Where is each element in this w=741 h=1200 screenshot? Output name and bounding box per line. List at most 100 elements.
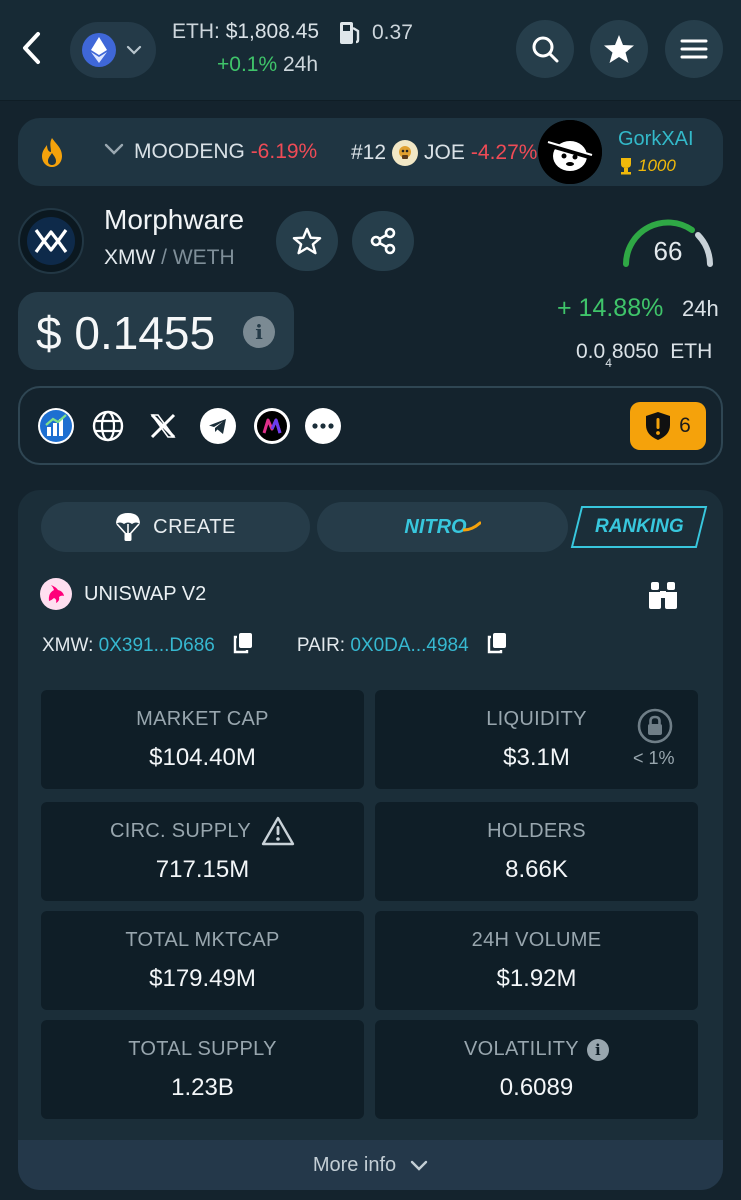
stat-label: HOLDERS: [487, 820, 586, 842]
stat-label: VOLATILITY: [464, 1038, 579, 1060]
stat-label: MARKET CAP: [136, 708, 269, 730]
m-link[interactable]: [254, 408, 290, 444]
chart-link[interactable]: [38, 408, 74, 444]
chevron-down-icon: [104, 143, 124, 155]
ticker-item-joe[interactable]: #12 JOE -4.27%: [351, 140, 537, 166]
score-value: 66: [653, 236, 683, 266]
ticker-item-change: -6.19%: [250, 140, 318, 163]
eth-label: ETH:: [172, 20, 220, 43]
stat-value: 717.15M: [155, 856, 250, 883]
token-pair: XMW / WETH: [104, 246, 235, 270]
stat-total-mktcap: TOTAL MKTCAP $179.49M: [41, 911, 364, 1010]
share-icon: [370, 227, 396, 255]
promo-score-value: 1000: [638, 156, 676, 175]
gas-price: 0.37: [338, 20, 413, 46]
shield-alert-icon: [646, 412, 671, 440]
eth-price: ETH: $1,808.45: [172, 20, 319, 44]
share-button[interactable]: [352, 211, 414, 271]
more-icon: [312, 423, 334, 429]
tab-nitro[interactable]: NITRO: [317, 502, 568, 552]
menu-button[interactable]: [665, 20, 723, 78]
stat-24h-volume: 24H VOLUME $1.92M: [375, 911, 698, 1010]
info-icon[interactable]: i: [586, 1038, 609, 1061]
pair-address[interactable]: 0X0DA...4984: [350, 635, 468, 657]
audit-badge[interactable]: 6: [630, 402, 706, 450]
chain-selector[interactable]: [70, 22, 156, 78]
search-button[interactable]: [516, 20, 574, 78]
stat-value: $1.92M: [496, 965, 577, 992]
trending-ticker[interactable]: MOODENG -6.19% #12 JOE -4.27% GorkXAI 10…: [18, 118, 723, 186]
stat-liquidity[interactable]: LIQUIDITY $3.1M < 1%: [375, 690, 698, 789]
stat-value: 8.66K: [505, 856, 568, 883]
tab-nitro-label: NITRO: [404, 515, 467, 538]
copy-icon: [233, 633, 252, 654]
audit-count: 6: [679, 414, 691, 437]
token-logo: [18, 208, 84, 274]
eth-change-period: 24h: [282, 53, 319, 76]
promo-token[interactable]: GorkXAI 1000: [538, 118, 723, 186]
social-links-bar: 6: [18, 386, 723, 465]
lock-icon: [637, 708, 673, 744]
eth-denominated-price: 0.048050 ETH: [576, 340, 713, 370]
more-info-button[interactable]: More info: [18, 1140, 723, 1190]
pair-separator: /: [161, 246, 168, 269]
copy-icon: [487, 633, 506, 654]
copy-token-address-button[interactable]: [233, 632, 253, 660]
eth-change: +0.1% 24h: [217, 53, 318, 77]
token-info-panel: CREATE NITRO RANKING UNISWAP V2 XMW: 0X3…: [18, 490, 723, 1190]
tab-ranking[interactable]: RANKING: [570, 502, 708, 552]
x-link[interactable]: [145, 408, 181, 444]
tab-create[interactable]: CREATE: [41, 502, 310, 552]
warning-icon[interactable]: [261, 816, 295, 846]
stat-label: 24H VOLUME: [471, 929, 602, 951]
ticker-item-rank: #12: [351, 141, 387, 164]
ticker-item-moodeng[interactable]: MOODENG -6.19%: [134, 140, 317, 164]
website-link[interactable]: [90, 408, 126, 444]
eth-price-unit: ETH: [670, 340, 713, 363]
chart-icon: [40, 410, 72, 442]
watchlist-button[interactable]: [276, 211, 338, 271]
gork-avatar: [538, 120, 602, 184]
ticker-item-name: MOODENG: [134, 140, 245, 163]
chevron-down-icon: [410, 1160, 428, 1171]
stat-market-cap: MARKET CAP $104.40M: [41, 690, 364, 789]
star-icon: [292, 227, 322, 255]
stat-label: TOTAL SUPPLY: [128, 1038, 277, 1060]
ethereum-icon: [82, 33, 116, 67]
joe-token-icon: [392, 140, 419, 166]
token-quote: WETH: [172, 246, 235, 269]
x-icon: [150, 413, 176, 439]
favorites-button[interactable]: [590, 20, 648, 78]
binoculars-icon: [649, 582, 677, 609]
info-icon[interactable]: i: [243, 316, 275, 348]
stat-holders: HOLDERS 8.66K: [375, 802, 698, 901]
stat-value: $179.49M: [149, 965, 256, 992]
search-icon: [532, 36, 559, 63]
nitro-swoosh-icon: [462, 521, 481, 532]
eth-price-prefix: 0.0: [576, 340, 606, 363]
token-address[interactable]: 0X391...D686: [99, 635, 215, 657]
gas-pump-icon: [340, 22, 360, 44]
explore-button[interactable]: [646, 580, 680, 615]
promo-name: GorkXAI: [618, 128, 694, 150]
more-info-label: More info: [312, 1153, 397, 1176]
copy-pair-address-button[interactable]: [487, 632, 507, 660]
telegram-link[interactable]: [200, 408, 236, 444]
back-button[interactable]: [14, 28, 48, 68]
chevron-down-icon: [126, 45, 142, 55]
gas-value: 0.37: [372, 21, 413, 44]
token-name: Morphware: [104, 204, 245, 235]
globe-icon: [92, 410, 124, 442]
ticker-expand-button[interactable]: [104, 142, 124, 160]
eth-price-digits: 8050: [611, 340, 659, 363]
stat-volatility: VOLATILITY i 0.6089: [375, 1020, 698, 1119]
eth-price-zero-count: 4: [605, 356, 612, 371]
stat-value: $104.40M: [149, 744, 256, 771]
pair-address-label: PAIR:: [296, 635, 346, 656]
more-links-button[interactable]: [305, 408, 341, 444]
stat-value: 1.23B: [171, 1074, 234, 1101]
stat-label: CIRC. SUPPLY: [109, 819, 252, 842]
ticker-item-name: JOE: [424, 141, 465, 164]
flame-icon: [38, 136, 66, 173]
star-icon: [604, 35, 634, 63]
